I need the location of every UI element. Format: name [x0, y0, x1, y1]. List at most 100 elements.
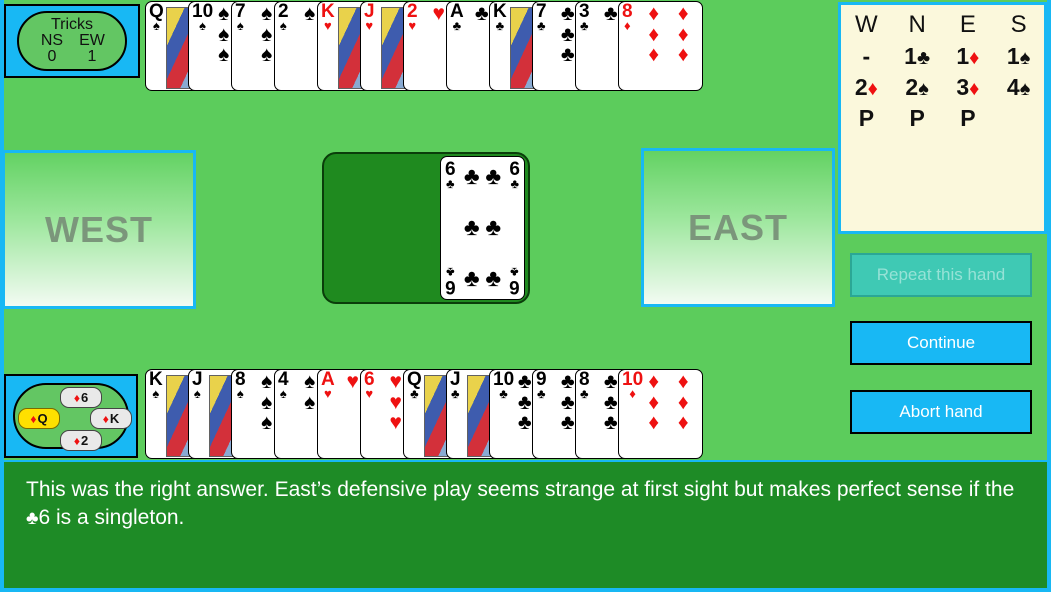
suit-icon: ♣ — [495, 18, 505, 33]
club-icon: ♣ — [446, 176, 455, 191]
card-pips: ♦ ♦ ♦ ♦ ♦ ♦ — [639, 2, 698, 88]
suit-icon: ♣ — [451, 386, 460, 401]
suit-icon: ♥ — [365, 18, 374, 33]
club-icon: ♣ — [510, 265, 519, 280]
diamond-icon: ♦ — [30, 411, 37, 426]
east-label: EAST — [687, 206, 788, 248]
bid-level: - — [862, 43, 871, 70]
bid-level: 1 — [904, 43, 917, 70]
card-corner: 7 ♠ — [235, 2, 246, 32]
suit-icon: ♣ — [537, 18, 546, 33]
card-corner: K ♠ — [149, 370, 163, 400]
mini-card-rank: 6 — [80, 390, 89, 405]
suit-icon: ♠ — [152, 18, 160, 33]
suit-icon: ♠ — [152, 386, 160, 401]
bidding-header-s: S — [1010, 11, 1027, 38]
suit-icon: ♥ — [324, 18, 332, 33]
card-corner: 3 ♣ — [579, 2, 590, 32]
club-icon: ♣ — [446, 265, 455, 280]
suit-icon: ♣ — [463, 163, 480, 190]
suit-icon: ♠ — [1019, 47, 1031, 70]
suit-icon: ♣ — [410, 386, 419, 401]
mini-card-rank: 2 — [80, 433, 89, 448]
previous-trick-south-card: ♦ 2 — [60, 430, 102, 451]
suit-icon: ♠ — [193, 386, 201, 401]
mini-card-rank: Q — [37, 411, 48, 426]
diamond-icon: ♦ — [73, 433, 80, 448]
card-corner: 8 ♠ — [235, 370, 246, 400]
suit-icon: ♣ — [485, 214, 502, 241]
bid-level: 1 — [956, 43, 970, 70]
bid-level: 4 — [1006, 74, 1020, 101]
suit-icon: ♠ — [199, 18, 207, 33]
suit-icon: ♣ — [452, 18, 462, 33]
bid-cell-n-3: P — [892, 103, 943, 134]
bid-level: 1 — [1006, 43, 1020, 70]
previous-trick-north-card: ♦ 6 — [60, 387, 102, 408]
suit-icon: ♠ — [279, 386, 287, 401]
west-player-placard: WEST — [2, 150, 196, 309]
suit-icon: ♣ — [580, 386, 589, 401]
played-card-corner-bottom-right: 6 ♣ — [509, 265, 520, 297]
suit-icon: ♠ — [236, 386, 244, 401]
card-corner: 2 ♠ — [278, 2, 289, 32]
previous-trick-panel: ♦ 6 ♦ Q ♦ K ♦ 2 — [4, 374, 138, 458]
played-card-corner-top-right: 6 ♣ — [509, 160, 520, 190]
bid-level: P — [858, 105, 875, 132]
bid-cell-w-2: 2♦ — [841, 72, 892, 103]
previous-trick-west-card: ♦ Q — [18, 408, 60, 429]
bid-cell-e-1: 1♦ — [943, 41, 994, 72]
tricks-ns-value: 0 — [47, 48, 57, 66]
bidding-rows: -1♣ 1♦ 1♠ 2♦ 2♠ 3♦ 4♠ P P P — [841, 41, 1044, 134]
club-icon: ♣ — [510, 176, 519, 191]
card-corner: 4 ♠ — [278, 370, 289, 400]
bidding-header-n: N — [908, 11, 926, 38]
continue-button[interactable]: Continue — [850, 321, 1032, 365]
abort-hand-button[interactable]: Abort hand — [850, 390, 1032, 434]
diamond-icon: ♦ — [102, 411, 109, 426]
repeat-this-hand-button[interactable]: Repeat this hand — [850, 253, 1032, 297]
suit-icon: ♦ — [648, 43, 660, 67]
suit-icon: ♦ — [677, 2, 689, 25]
suit-icon: ♥ — [365, 386, 374, 401]
suit-icon: ♦ — [867, 78, 878, 101]
played-card-corner-bottom-left: 6 ♣ — [445, 265, 456, 297]
tricks-ew-label: EW — [79, 31, 105, 49]
card-corner: A ♥ — [321, 370, 335, 400]
suit-icon: ♣ — [916, 47, 931, 70]
suit-icon: ♦ — [677, 390, 689, 414]
bid-cell-n-1: 1♣ — [892, 41, 943, 72]
bid-level: 2 — [905, 74, 919, 101]
suit-icon: ♦ — [677, 411, 689, 435]
bid-cell-e-2: 3♦ — [943, 72, 994, 103]
card-corner: J ♠ — [192, 370, 203, 400]
card-corner: K ♣ — [493, 2, 507, 32]
action-buttons: Repeat this hand Continue Abort hand — [838, 238, 1047, 458]
bidding-row: PPP — [841, 103, 1044, 134]
suit-icon: ♦ — [969, 47, 980, 70]
south-card-10-diamonds[interactable]: 10 ♦ ♦ ♦ ♦ ♦ ♦ ♦ — [618, 369, 703, 459]
bid-cell-w-1: - — [841, 41, 892, 72]
card-corner: 2 ♥ — [407, 2, 418, 32]
previous-trick-east-card: ♦ K — [90, 408, 132, 429]
suit-icon: ♦ — [648, 390, 660, 414]
bid-cell-s-1: 1♠ — [993, 41, 1044, 72]
tricks-counter-panel: Tricks NS EW 0 1 — [4, 4, 140, 78]
bidding-header-row: WNES — [841, 9, 1044, 41]
bid-level: P — [909, 105, 925, 132]
east-player-placard: EAST — [641, 148, 835, 307]
card-corner: 6 ♥ — [364, 370, 375, 400]
played-card-pips: ♣ ♣ ♣ ♣ ♣ ♣ — [461, 163, 504, 293]
tricks-oval: Tricks NS EW 0 1 — [17, 11, 127, 71]
suit-icon: ♣ — [485, 163, 502, 190]
tricks-title: Tricks — [50, 15, 94, 33]
suit-icon: ♣ — [463, 214, 480, 241]
card-corner: J ♥ — [364, 2, 375, 32]
card-corner: A ♣ — [450, 2, 464, 32]
played-card-corner-top-left: 6 ♣ — [445, 160, 456, 190]
suit-icon: ♠ — [279, 18, 287, 33]
suit-icon: ♥ — [408, 18, 417, 33]
mini-card-rank: K — [109, 411, 120, 426]
card-corner: Q ♣ — [407, 370, 422, 400]
north-card-8-diamonds[interactable]: 8 ♦ ♦ ♦ ♦ ♦ ♦ ♦ — [618, 1, 703, 91]
